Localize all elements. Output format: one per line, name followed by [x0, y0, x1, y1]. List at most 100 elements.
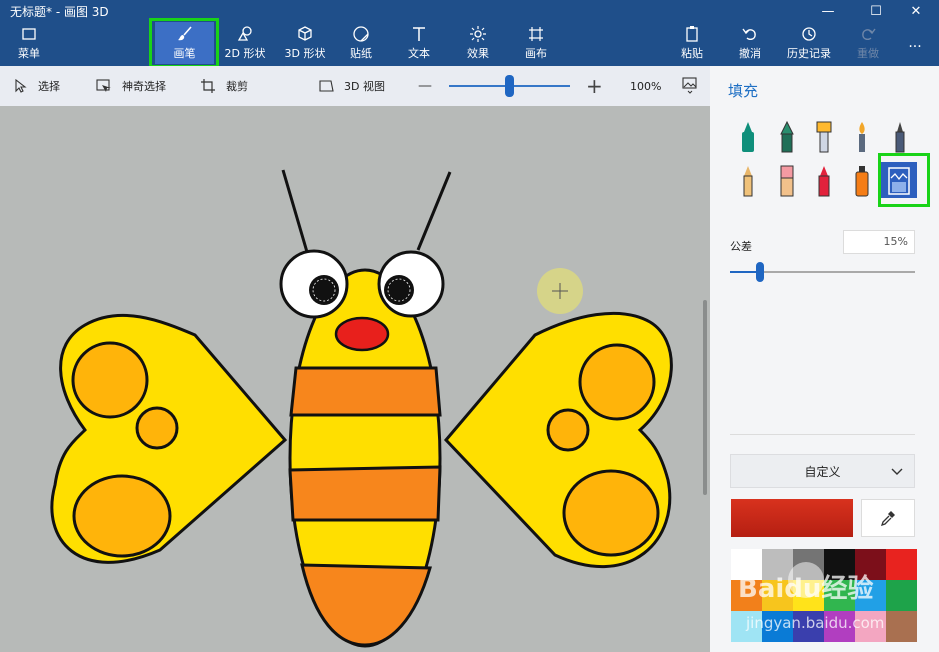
tab-3d-shapes[interactable]: 3D 形状 — [277, 22, 333, 64]
eraser-icon[interactable] — [774, 164, 800, 198]
undo-icon — [742, 28, 756, 41]
select-button[interactable]: 选择 — [14, 66, 60, 106]
color-swatch[interactable] — [793, 549, 824, 580]
crop-button[interactable]: 裁剪 — [200, 66, 248, 106]
select-label: 选择 — [38, 80, 60, 93]
spray-can-icon[interactable] — [849, 164, 875, 198]
minimize-button[interactable]: — — [805, 0, 851, 22]
watercolor-icon[interactable] — [849, 120, 875, 154]
sticker-icon — [353, 26, 369, 42]
tolerance-input[interactable]: 15% — [843, 230, 915, 254]
3d-view-icon — [319, 80, 334, 92]
color-swatch[interactable] — [855, 549, 886, 580]
tab-text[interactable]: 文本 — [398, 22, 440, 64]
history-icon — [802, 27, 816, 41]
tab-label: 效果 — [467, 47, 489, 60]
panel-divider — [730, 434, 915, 435]
tab-label: 3D 形状 — [284, 47, 326, 60]
zoom-slider-thumb[interactable] — [505, 75, 514, 97]
magic-select-icon — [96, 79, 111, 92]
color-palette — [731, 549, 917, 652]
oil-brush-icon[interactable] — [811, 120, 837, 154]
paste-label: 粘贴 — [681, 47, 703, 60]
sun-icon — [470, 26, 486, 42]
bee-drawing — [50, 169, 673, 648]
folder-icon — [22, 28, 36, 40]
color-swatch[interactable] — [731, 611, 762, 642]
tab-label: 画笔 — [173, 47, 196, 60]
tab-brushes[interactable]: 画笔 — [155, 22, 214, 64]
undo-button[interactable]: 撤消 — [730, 22, 770, 64]
image-view-button[interactable] — [682, 66, 708, 106]
calligraphy-pen-icon[interactable] — [774, 120, 800, 154]
clipboard-icon — [686, 26, 698, 42]
color-swatch[interactable] — [824, 580, 855, 611]
paste-button[interactable]: 粘贴 — [672, 22, 712, 64]
tolerance-slider-thumb[interactable] — [756, 262, 764, 282]
tab-label: 画布 — [525, 47, 547, 60]
color-swatch[interactable] — [793, 611, 824, 642]
window-title: 无标题* - 画图 3D — [10, 5, 109, 19]
3d-view-button[interactable]: 3D 视图 — [318, 66, 385, 106]
color-swatch[interactable] — [886, 549, 917, 580]
fill-panel: 填充 公差 15% 自定义 — [710, 66, 939, 652]
magic-select-label: 神奇选择 — [122, 80, 166, 93]
redo-label: 重做 — [857, 47, 879, 60]
drawing-canvas[interactable] — [0, 106, 710, 652]
tab-label: 2D 形状 — [224, 47, 266, 60]
2d-shapes-icon — [237, 26, 252, 41]
magic-select-button[interactable]: 神奇选择 — [96, 66, 166, 106]
cube-icon — [298, 26, 312, 41]
color-mode-dropdown[interactable]: 自定义 — [730, 454, 915, 488]
tab-stickers[interactable]: 贴纸 — [340, 22, 382, 64]
current-color-swatch[interactable] — [731, 499, 853, 537]
menu-button[interactable]: 菜单 — [8, 22, 50, 64]
zoom-level: 100% — [630, 79, 662, 93]
close-button[interactable]: ✕ — [893, 0, 939, 22]
pencil-icon[interactable] — [735, 164, 761, 198]
color-swatch[interactable] — [886, 580, 917, 611]
left-wing — [50, 313, 288, 564]
zoom-in-button[interactable]: + — [586, 66, 603, 106]
cursor-icon — [15, 79, 27, 93]
color-swatch[interactable] — [731, 549, 762, 580]
undo-label: 撤消 — [739, 47, 761, 60]
tolerance-label: 公差 — [730, 240, 752, 253]
color-swatch[interactable] — [886, 611, 917, 642]
redo-button[interactable]: 重做 — [848, 22, 888, 64]
panel-title: 填充 — [728, 82, 759, 100]
canvas-scrollbar[interactable] — [703, 300, 707, 495]
3d-view-label: 3D 视图 — [344, 80, 385, 93]
more-button[interactable]: ... — [900, 22, 930, 64]
antennae — [281, 169, 452, 253]
color-swatch[interactable] — [731, 580, 762, 611]
color-swatch[interactable] — [793, 580, 824, 611]
chevron-down-icon — [891, 468, 903, 475]
eyedropper-icon — [880, 511, 895, 526]
crayon-icon[interactable] — [811, 164, 837, 198]
color-swatch[interactable] — [824, 611, 855, 642]
color-swatch[interactable] — [762, 580, 793, 611]
color-swatch[interactable] — [762, 611, 793, 642]
tab-2d-shapes[interactable]: 2D 形状 — [217, 22, 273, 64]
tab-label: 文本 — [408, 47, 430, 60]
history-button[interactable]: 历史记录 — [784, 22, 834, 64]
brush-icon — [177, 26, 192, 41]
image-icon — [682, 77, 697, 94]
marker-icon[interactable] — [735, 120, 761, 154]
menu-label: 菜单 — [18, 47, 40, 60]
fill-bucket-icon[interactable] — [886, 164, 912, 198]
history-label: 历史记录 — [787, 47, 831, 60]
color-swatch[interactable] — [762, 549, 793, 580]
crop-label: 裁剪 — [226, 80, 248, 93]
eyedropper-button[interactable] — [861, 499, 915, 537]
tab-effects[interactable]: 效果 — [457, 22, 499, 64]
color-swatch[interactable] — [824, 549, 855, 580]
pixel-pen-icon[interactable] — [887, 120, 913, 154]
tab-canvas[interactable]: 画布 — [515, 22, 557, 64]
zoom-out-button[interactable]: — — [418, 66, 432, 106]
right-wing — [443, 311, 673, 568]
color-swatch[interactable] — [855, 611, 886, 642]
crop-icon — [201, 79, 215, 93]
color-swatch[interactable] — [855, 580, 886, 611]
